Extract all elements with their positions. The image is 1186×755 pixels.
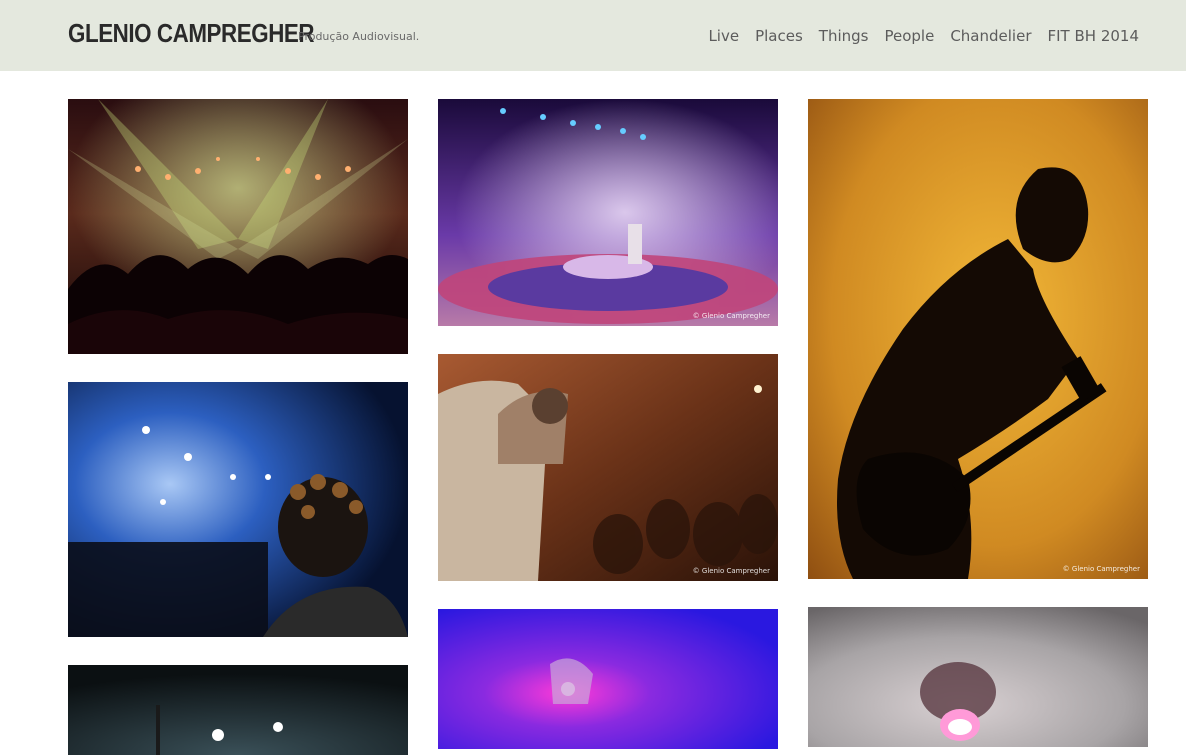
photo-watermark: © Glenio Campregher	[692, 312, 770, 320]
photo-watermark: © Glenio Campregher	[1062, 565, 1140, 573]
site-logo[interactable]: GLENIO CAMPREGHER	[68, 18, 315, 49]
photo-watermark: © Glenio Campregher	[692, 567, 770, 575]
nav-item-things[interactable]: Things	[819, 27, 869, 45]
site-header: GLENIO CAMPREGHER Produção Audiovisual. …	[0, 0, 1186, 71]
nav-item-places[interactable]: Places	[755, 27, 803, 45]
photo-magenta-performer[interactable]	[438, 609, 778, 749]
photo-crowd-hands[interactable]	[68, 665, 408, 755]
photo-painted-performer[interactable]: © Glenio Campregher	[438, 354, 778, 581]
photo-smoke-performer[interactable]	[808, 607, 1148, 747]
nav-item-people[interactable]: People	[884, 27, 934, 45]
nav-item-live[interactable]: Live	[708, 27, 739, 45]
photo-concert-crowd[interactable]	[68, 99, 408, 354]
nav-item-chandelier[interactable]: Chandelier	[950, 27, 1031, 45]
main-nav: Live Places Things People Chandelier FIT…	[708, 27, 1139, 45]
site-tagline: Produção Audiovisual.	[298, 30, 420, 43]
photo-guitarist-silhouette[interactable]: © Glenio Campregher	[808, 99, 1148, 579]
photo-stage-purple[interactable]: © Glenio Campregher	[438, 99, 778, 326]
photo-singer-blue-stage[interactable]	[68, 382, 408, 637]
nav-item-fit-bh-2014[interactable]: FIT BH 2014	[1048, 27, 1140, 45]
